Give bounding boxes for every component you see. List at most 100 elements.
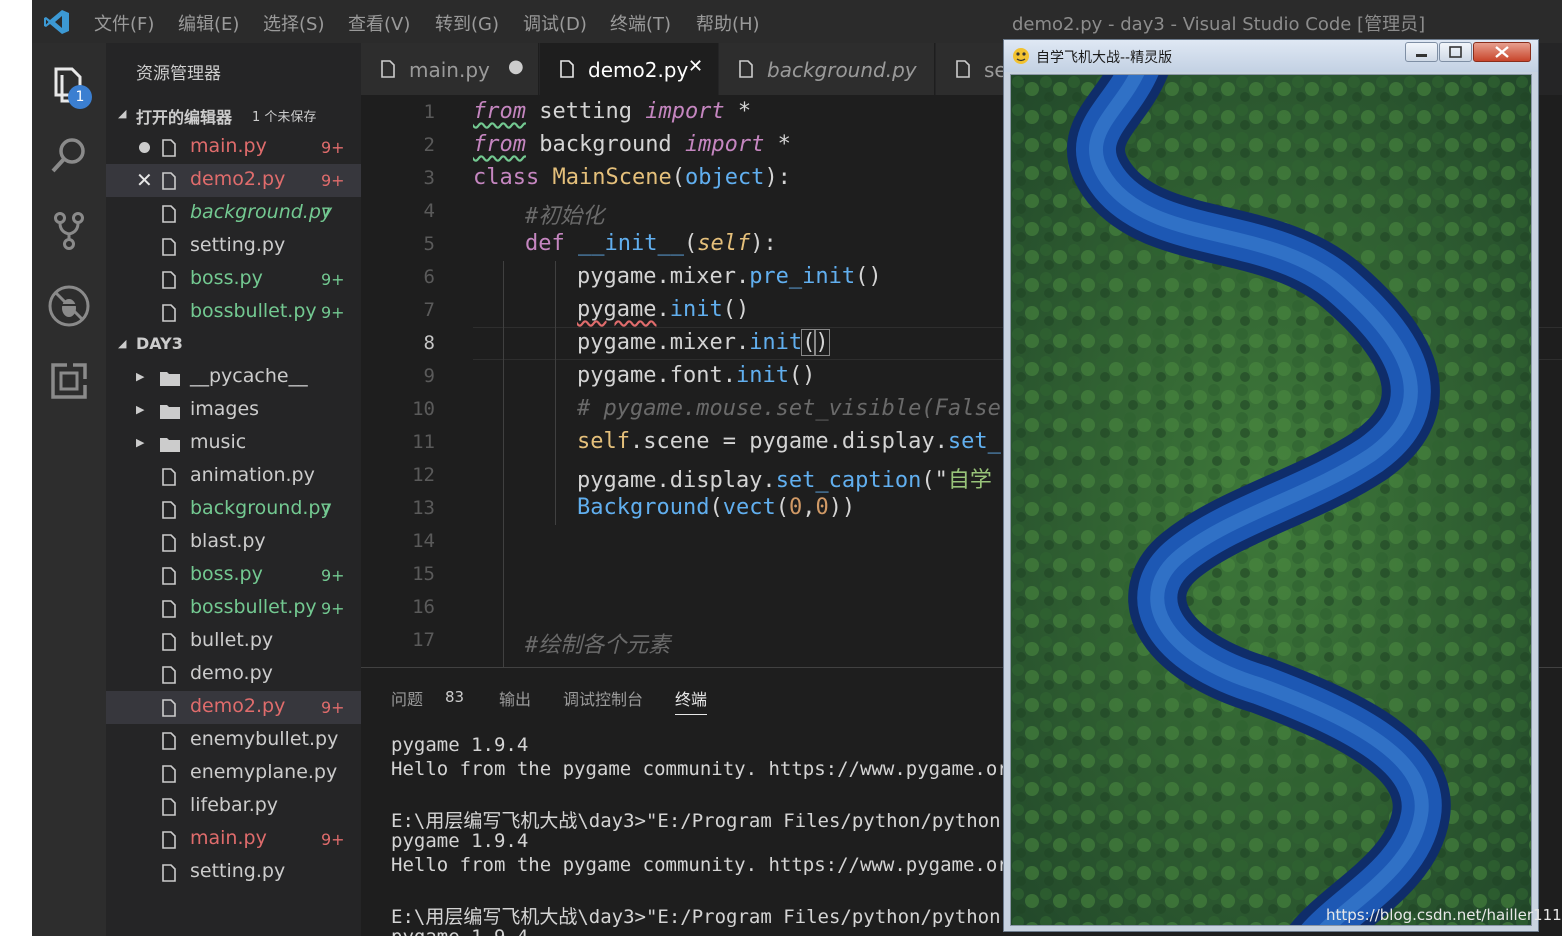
menu-file[interactable]: 文件(F)	[94, 10, 154, 36]
folder-item[interactable]: ▶ __pycache__	[106, 361, 361, 394]
explorer-title: 资源管理器	[136, 64, 221, 84]
pygame-title-bar[interactable]: 自学飞机大战--精灵版	[1004, 40, 1538, 72]
file-name: __pycache__	[190, 365, 308, 387]
file-name: bossbullet.py	[190, 596, 317, 618]
source-control-icon[interactable]	[46, 208, 92, 254]
explorer-badge: 1	[68, 85, 92, 109]
file-item[interactable]: blast.py	[106, 526, 361, 559]
minimize-button[interactable]	[1405, 42, 1438, 62]
file-name: blast.py	[190, 530, 266, 552]
tab-label: demo2.py	[588, 58, 689, 82]
menu-selection[interactable]: 选择(S)	[263, 10, 324, 36]
close-icon[interactable]: ✕	[136, 168, 153, 192]
line-number: 1	[423, 101, 435, 123]
menu-debug[interactable]: 调试(D)	[523, 10, 587, 36]
close-button[interactable]	[1473, 42, 1531, 62]
tab-label: main.py	[409, 58, 490, 82]
tab-demo2-py[interactable]: demo2.py ✕	[540, 43, 718, 95]
open-editor-item[interactable]: boss.py 9+	[106, 263, 361, 296]
file-item[interactable]: setting.py	[106, 856, 361, 889]
code-line-2: from background import *	[473, 132, 791, 157]
vscode-logo-icon	[44, 10, 69, 34]
tab-main-py[interactable]: main.py ●	[361, 43, 539, 95]
forest-river-background-image	[1011, 75, 1531, 925]
collapse-caret-icon: ◢	[118, 337, 127, 350]
expand-arrow-icon[interactable]: ▶	[136, 370, 144, 383]
line-number: 5	[423, 233, 435, 255]
terminal-line: E:\用层编写飞机大战\day3>"E:/Program Files/pytho…	[391, 906, 1001, 928]
code-line-7: pygame.init()	[577, 297, 750, 322]
menu-edit[interactable]: 编辑(E)	[178, 10, 239, 36]
file-item[interactable]: animation.py	[106, 460, 361, 493]
collapse-caret-icon: ◢	[118, 107, 127, 120]
tab-problems[interactable]: 问题	[391, 686, 423, 710]
file-item[interactable]: demo.py	[106, 658, 361, 691]
file-icon	[162, 798, 176, 816]
open-editors-header[interactable]: ◢ 打开的编辑器 1 个未保存	[106, 98, 361, 131]
file-item[interactable]: background.py 7	[106, 493, 361, 526]
open-editor-item[interactable]: bossbullet.py 9+	[106, 296, 361, 329]
folder-item[interactable]: ▶ music	[106, 427, 361, 460]
file-icon	[162, 534, 176, 552]
problem-badge: 9+	[321, 138, 345, 157]
tab-label: background.py	[767, 58, 917, 82]
pygame-window[interactable]: 自学飞机大战--精灵版	[1003, 39, 1539, 932]
tab-output[interactable]: 输出	[499, 686, 531, 710]
tab-background-py[interactable]: background.py	[719, 43, 935, 95]
menu-terminal[interactable]: 终端(T)	[610, 10, 671, 36]
code-line-4: #初始化	[525, 204, 605, 229]
file-name: images	[190, 398, 260, 420]
folder-label: DAY3	[136, 334, 183, 353]
folder-header[interactable]: ◢ DAY3	[106, 328, 361, 361]
unsaved-dot-icon[interactable]: ●	[508, 56, 524, 77]
close-icon[interactable]: ✕	[688, 56, 703, 77]
file-item[interactable]: demo2.py 9+	[106, 691, 361, 724]
problem-badge: 9+	[321, 599, 345, 618]
problem-badge: 9+	[321, 303, 345, 322]
file-icon	[162, 238, 176, 256]
tab-debug-console[interactable]: 调试控制台	[563, 686, 643, 710]
close-icon	[1495, 46, 1509, 58]
tab-terminal[interactable]: 终端	[675, 686, 708, 715]
file-name: lifebar.py	[190, 794, 279, 816]
file-icon	[162, 271, 176, 289]
search-icon[interactable]	[46, 133, 92, 179]
file-name: main.py	[190, 827, 267, 849]
folder-icon	[160, 372, 180, 386]
file-icon	[162, 600, 176, 618]
debug-icon[interactable]	[46, 283, 92, 329]
file-item[interactable]: enemyplane.py	[106, 757, 361, 790]
indent-guide	[503, 261, 504, 667]
file-item[interactable]: bossbullet.py 9+	[106, 592, 361, 625]
open-editor-item[interactable]: setting.py	[106, 230, 361, 263]
folder-item[interactable]: ▶ images	[106, 394, 361, 427]
file-name: enemyplane.py	[190, 761, 338, 783]
menu-view[interactable]: 查看(V)	[348, 10, 410, 36]
file-name: music	[190, 431, 247, 453]
file-name: demo2.py	[190, 168, 286, 190]
file-item[interactable]: boss.py 9+	[106, 559, 361, 592]
line-number: 17	[412, 629, 435, 651]
game-canvas[interactable]	[1010, 74, 1532, 926]
file-item[interactable]: lifebar.py	[106, 790, 361, 823]
unsaved-dot-icon[interactable]	[139, 142, 150, 153]
code-line-9: pygame.font.init()	[577, 363, 816, 388]
extensions-icon[interactable]	[46, 358, 92, 404]
open-editor-item[interactable]: main.py 9+	[106, 131, 361, 164]
expand-arrow-icon[interactable]: ▶	[136, 403, 144, 416]
maximize-icon	[1449, 46, 1462, 58]
expand-arrow-icon[interactable]: ▶	[136, 436, 144, 449]
menu-goto[interactable]: 转到(G)	[435, 10, 499, 36]
file-icon	[162, 864, 176, 882]
line-number: 9	[423, 365, 435, 387]
file-icon	[162, 139, 176, 157]
open-editor-item[interactable]: ✕ demo2.py 9+	[106, 164, 361, 197]
code-line-6: pygame.mixer.pre_init()	[577, 264, 882, 289]
menu-help[interactable]: 帮助(H)	[696, 10, 760, 36]
file-item[interactable]: enemybullet.py	[106, 724, 361, 757]
maximize-button[interactable]	[1439, 42, 1472, 62]
open-editor-item[interactable]: background.py 7	[106, 197, 361, 230]
line-number: 4	[423, 200, 435, 222]
file-item[interactable]: bullet.py	[106, 625, 361, 658]
file-item[interactable]: main.py 9+	[106, 823, 361, 856]
